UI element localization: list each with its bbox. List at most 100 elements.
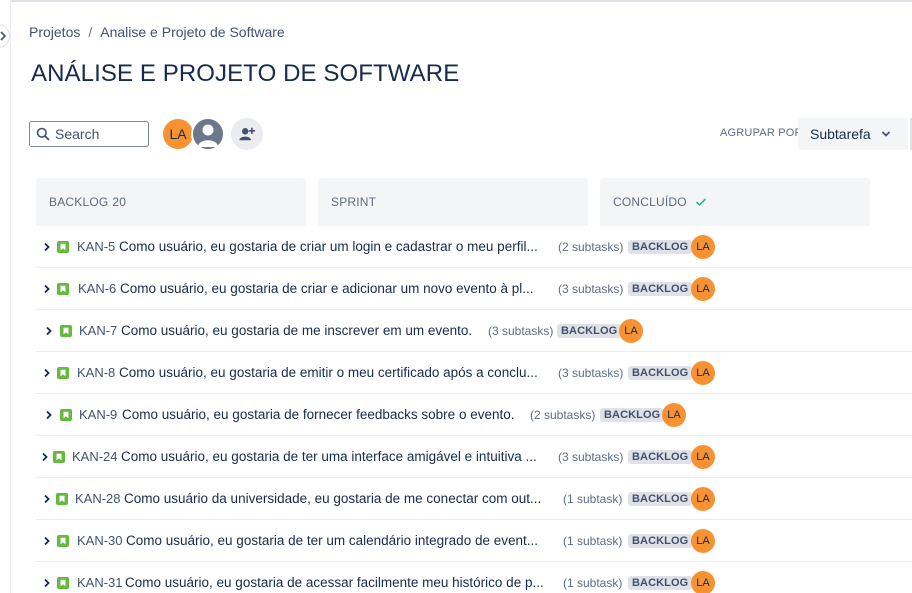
- avatar[interactable]: LA: [691, 487, 715, 511]
- subtask-count: (3 subtasks): [488, 323, 554, 338]
- column-count: 20: [112, 195, 127, 209]
- status-badge: BACKLOG: [628, 491, 693, 506]
- column-title: SPRINT: [331, 195, 377, 209]
- chevron-right-icon[interactable]: [44, 326, 54, 336]
- issue-summary[interactable]: Como usuário, eu gostaria de emitir o me…: [119, 365, 538, 380]
- issue-summary[interactable]: Como usuário da universidade, eu gostari…: [124, 491, 541, 506]
- avatar[interactable]: LA: [691, 235, 715, 259]
- issue-summary[interactable]: Como usuário, eu gostaria de criar e adi…: [120, 281, 533, 296]
- user-avatar-icon: [198, 124, 218, 147]
- chevron-right-icon[interactable]: [42, 368, 52, 378]
- avatar[interactable]: LA: [691, 277, 715, 301]
- issue-key[interactable]: KAN-24: [72, 449, 118, 464]
- issue-list: KAN-5 Como usuário, eu gostaria de criar…: [36, 226, 912, 593]
- breadcrumb-projects-link[interactable]: Projetos: [29, 24, 80, 40]
- subtask-count: (3 subtasks): [558, 449, 624, 464]
- story-icon: [60, 324, 72, 337]
- column-header-done[interactable]: CONCLUÍDO: [600, 178, 870, 226]
- unassigned-filter-avatar[interactable]: [191, 117, 225, 151]
- issue-key[interactable]: KAN-31: [77, 575, 123, 590]
- search-field[interactable]: [29, 121, 149, 147]
- status-badge: BACKLOG: [557, 323, 622, 338]
- story-icon: [57, 282, 69, 295]
- status-badge: BACKLOG: [628, 533, 693, 548]
- issue-row[interactable]: KAN-7 Como usuário, eu gostaria de me in…: [36, 310, 912, 352]
- story-icon: [56, 492, 68, 505]
- issue-key[interactable]: KAN-28: [75, 491, 121, 506]
- column-header-sprint[interactable]: SPRINT: [318, 178, 588, 226]
- breadcrumb-project-link[interactable]: Analise e Projeto de Software: [100, 24, 284, 40]
- issue-row[interactable]: KAN-5 Como usuário, eu gostaria de criar…: [36, 226, 912, 268]
- sidebar-edge: [10, 0, 11, 593]
- issue-summary[interactable]: Como usuário, eu gostaria de me inscreve…: [121, 323, 472, 338]
- chevron-right-icon[interactable]: [42, 494, 52, 504]
- status-badge: BACKLOG: [628, 575, 693, 590]
- chevron-right-icon: [0, 31, 7, 41]
- avatar[interactable]: LA: [691, 445, 715, 469]
- column-title: BACKLOG: [49, 195, 109, 209]
- group-by-label: AGRUPAR POR: [720, 127, 803, 139]
- status-badge: BACKLOG: [628, 239, 693, 254]
- chevron-right-icon[interactable]: [42, 242, 52, 252]
- issue-key[interactable]: KAN-5: [77, 239, 115, 254]
- subtask-count: (3 subtasks): [558, 365, 624, 380]
- story-icon: [53, 450, 65, 463]
- issue-row[interactable]: KAN-24 Como usuário, eu gostaria de ter …: [36, 436, 912, 478]
- page-title: ANÁLISE E PROJETO DE SOFTWARE: [31, 60, 460, 87]
- subtask-count: (1 subtask): [563, 575, 623, 590]
- check-icon: [695, 198, 706, 207]
- subtask-count: (2 subtasks): [530, 407, 596, 422]
- chevron-right-icon[interactable]: [40, 452, 50, 462]
- story-icon: [57, 240, 69, 253]
- breadcrumb: Projetos / Analise e Projeto de Software: [29, 24, 285, 40]
- issue-summary[interactable]: Como usuário, eu gostaria de acessar fac…: [125, 575, 544, 590]
- top-divider: [10, 0, 912, 2]
- issue-summary[interactable]: Como usuário, eu gostaria de criar um lo…: [119, 239, 538, 254]
- issue-row[interactable]: KAN-9 Como usuário, eu gostaria de forne…: [36, 394, 912, 436]
- subtask-count: (2 subtasks): [558, 239, 624, 254]
- issue-summary[interactable]: Como usuário, eu gostaria de fornecer fe…: [122, 407, 514, 422]
- search-icon: [36, 127, 50, 141]
- issue-row[interactable]: KAN-28 Como usuário da universidade, eu …: [36, 478, 912, 520]
- chevron-right-icon[interactable]: [44, 410, 54, 420]
- status-badge: BACKLOG: [628, 365, 693, 380]
- avatar[interactable]: LA: [691, 571, 715, 593]
- issue-summary[interactable]: Como usuário, eu gostaria de ter um cale…: [126, 533, 538, 548]
- status-badge: BACKLOG: [600, 407, 665, 422]
- avatar[interactable]: LA: [662, 403, 686, 427]
- issue-key[interactable]: KAN-6: [78, 281, 116, 296]
- group-by-value: Subtarefa: [810, 126, 871, 142]
- subtask-count: (3 subtasks): [558, 281, 624, 296]
- story-icon: [57, 366, 69, 379]
- issue-row[interactable]: KAN-30 Como usuário, eu gostaria de ter …: [36, 520, 912, 562]
- add-people-icon: [239, 127, 256, 141]
- chevron-right-icon[interactable]: [42, 284, 52, 294]
- chevron-right-icon[interactable]: [42, 578, 52, 588]
- issue-row[interactable]: KAN-6 Como usuário, eu gostaria de criar…: [36, 268, 912, 310]
- subtask-count: (1 subtask): [563, 491, 623, 506]
- add-people-button[interactable]: [231, 118, 263, 150]
- issue-row[interactable]: KAN-8 Como usuário, eu gostaria de emiti…: [36, 352, 912, 394]
- avatar[interactable]: LA: [619, 319, 643, 343]
- avatar[interactable]: LA: [691, 361, 715, 385]
- search-input[interactable]: [55, 126, 145, 142]
- subtask-count: (1 subtask): [563, 533, 623, 548]
- chevron-right-icon[interactable]: [42, 536, 52, 546]
- group-by-select[interactable]: Subtarefa: [798, 118, 908, 150]
- column-title: CONCLUÍDO: [613, 195, 687, 209]
- story-icon: [60, 408, 72, 421]
- avatar[interactable]: LA: [691, 529, 715, 553]
- issue-key[interactable]: KAN-7: [79, 323, 117, 338]
- chevron-down-icon: [881, 131, 890, 137]
- breadcrumb-separator: /: [88, 24, 93, 40]
- story-icon: [57, 534, 69, 547]
- issue-row[interactable]: KAN-31 Como usuário, eu gostaria de aces…: [36, 562, 912, 593]
- issue-key[interactable]: KAN-9: [79, 407, 117, 422]
- issue-key[interactable]: KAN-30: [77, 533, 123, 548]
- assignee-filter-avatar[interactable]: LA: [161, 117, 195, 151]
- column-header-backlog[interactable]: BACKLOG 20: [36, 178, 306, 226]
- sidebar-toggle-button[interactable]: [0, 24, 10, 48]
- status-badge: BACKLOG: [628, 281, 693, 296]
- issue-key[interactable]: KAN-8: [77, 365, 115, 380]
- issue-summary[interactable]: Como usuário, eu gostaria de ter uma int…: [121, 449, 537, 464]
